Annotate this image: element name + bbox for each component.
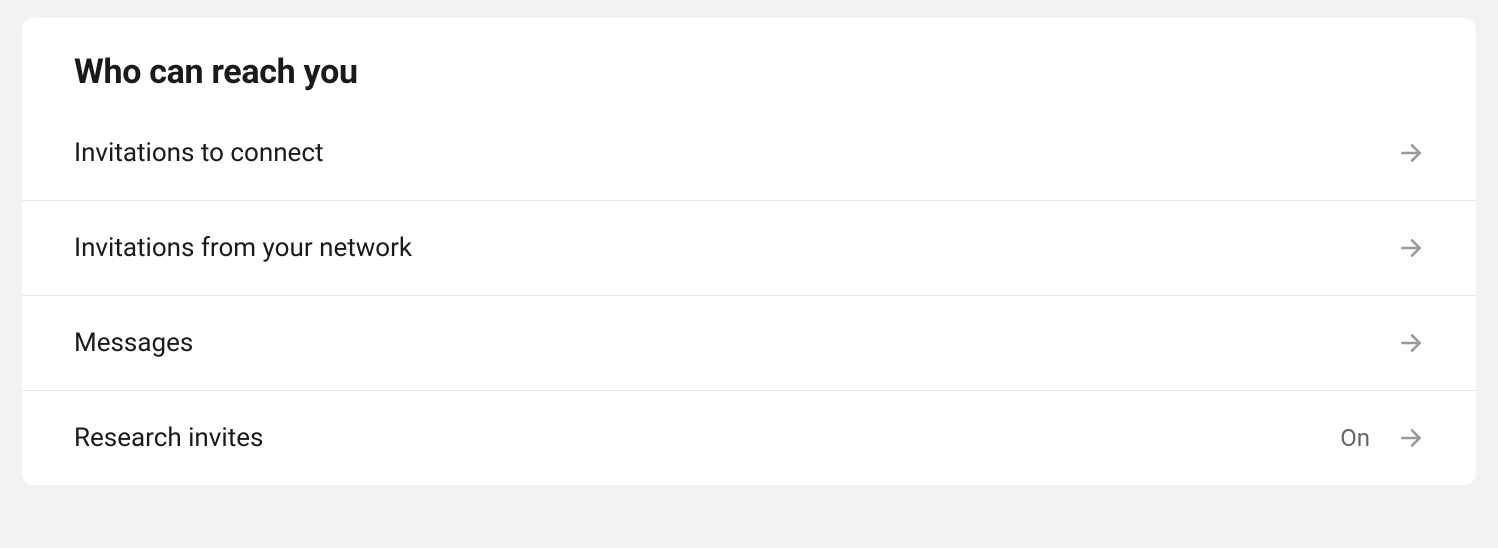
row-label: Invitations to connect	[74, 138, 323, 168]
row-right: On	[1340, 424, 1424, 452]
row-value: On	[1340, 424, 1370, 452]
card-header: Who can reach you	[22, 18, 1476, 120]
row-label: Invitations from your network	[74, 233, 412, 263]
arrow-right-icon	[1398, 330, 1424, 356]
row-research-invites[interactable]: Research invites On	[22, 391, 1476, 485]
row-right	[1370, 235, 1424, 261]
section-title: Who can reach you	[74, 52, 1424, 92]
arrow-right-icon	[1398, 140, 1424, 166]
row-invitations-from-network[interactable]: Invitations from your network	[22, 201, 1476, 296]
row-label: Research invites	[74, 423, 263, 453]
settings-card: Who can reach you Invitations to connect…	[22, 18, 1476, 485]
settings-rows: Invitations to connect Invitations from …	[22, 120, 1476, 485]
arrow-right-icon	[1398, 235, 1424, 261]
row-invitations-to-connect[interactable]: Invitations to connect	[22, 120, 1476, 201]
arrow-right-icon	[1398, 425, 1424, 451]
row-right	[1370, 330, 1424, 356]
row-label: Messages	[74, 328, 193, 358]
row-right	[1370, 140, 1424, 166]
row-messages[interactable]: Messages	[22, 296, 1476, 391]
